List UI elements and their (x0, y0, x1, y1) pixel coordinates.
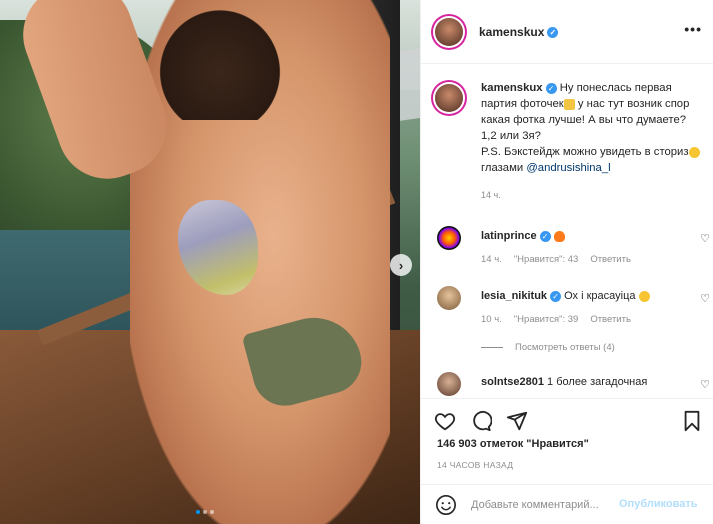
verified-icon: ✓ (539, 230, 551, 242)
author-username[interactable]: kamenskux ✓ (479, 25, 559, 39)
heart-icon[interactable]: ♡ (700, 232, 710, 245)
publish-button[interactable]: Опубликовать (619, 498, 698, 510)
heart-icon[interactable]: ♡ (700, 378, 710, 391)
divider-line (481, 346, 503, 348)
carousel-dot (203, 510, 207, 514)
comment-avatar[interactable] (437, 226, 461, 250)
post-time: 14 ЧАСОВ НАЗАД (437, 460, 514, 470)
smile-emoji-icon (688, 146, 700, 158)
fire-emoji-icon (553, 230, 565, 242)
comment-input[interactable] (471, 496, 621, 514)
comment-item: latinprince ✓ 14 ч. "Нравится": 43 Ответить… (435, 226, 710, 266)
comment-item: lesia_nikituk ✓ Ох і красауіца 10 ч. "Нрав… (435, 286, 710, 326)
carousel-dot (196, 510, 200, 514)
comment-avatar[interactable] (437, 372, 461, 396)
caption-part: глазами (481, 162, 527, 174)
caption-time: 14 ч. (481, 190, 501, 200)
comment-username[interactable]: latinprince (481, 230, 537, 242)
chevron-right-icon: › (398, 257, 404, 273)
comment-meta: 14 ч. "Нравится": 43 Ответить (481, 254, 643, 265)
share-icon[interactable] (505, 409, 529, 433)
post-header: kamenskux ✓ ••• (421, 0, 713, 64)
verified-icon: ✓ (545, 82, 557, 94)
verified-icon: ✓ (547, 27, 559, 39)
comment-line: latinprince ✓ (481, 230, 565, 242)
reply-button[interactable]: Ответить (590, 314, 631, 325)
mention-link[interactable]: @andrusishina_l (526, 162, 610, 174)
photo-hair (150, 0, 290, 120)
post-photo[interactable]: › (0, 0, 420, 524)
heart-icon[interactable]: ♡ (700, 292, 710, 305)
smile-icon[interactable] (435, 494, 457, 516)
action-bar (421, 398, 713, 440)
caption-username[interactable]: kamenskux (481, 82, 543, 94)
comment-time: 10 ч. (481, 314, 502, 325)
comment-text: Ох і красауіца (564, 290, 636, 302)
comment-likes[interactable]: "Нравится": 43 (514, 254, 579, 265)
comment-meta: 10 ч. "Нравится": 39 Ответить (481, 314, 643, 325)
carousel-next-button[interactable]: › (390, 254, 412, 276)
comment-username[interactable]: lesia_nikituk (481, 290, 547, 302)
comment-avatar[interactable] (437, 286, 461, 310)
comment-likes[interactable]: "Нравится": 39 (514, 314, 579, 325)
comment-composer: Опубликовать (421, 484, 713, 524)
heart-icon[interactable] (433, 409, 457, 433)
view-replies-label: Посмотреть ответы (4) (515, 342, 615, 353)
author-avatar[interactable] (435, 18, 463, 46)
comment-time: 14 ч. (481, 254, 502, 265)
verified-icon: ✓ (550, 290, 562, 302)
bookmark-icon[interactable] (680, 409, 704, 433)
caption-part: P.S. Бэкстейдж можно увидеть в сториз (481, 146, 689, 158)
comment-line: solntse2801 1 более загадочная (481, 376, 647, 388)
comment-line: lesia_nikituk ✓ Ох і красауіца (481, 290, 650, 302)
caption-avatar[interactable] (435, 84, 463, 112)
author-username-text: kamenskux (479, 25, 545, 39)
post-side-panel: kamenskux ✓ ••• kamenskux ✓ Ну понеслась п… (420, 0, 713, 524)
carousel-indicator (196, 510, 214, 514)
comment-item: solntse2801 1 более загадочная ♡ (435, 372, 710, 398)
caption-text: kamenskux ✓ Ну понеслась первая партия фо… (481, 80, 703, 176)
heart-eyes-emoji-icon (638, 290, 650, 302)
more-icon[interactable]: ••• (684, 21, 702, 37)
reply-button[interactable]: Ответить (590, 254, 631, 265)
comment-username[interactable]: solntse2801 (481, 376, 544, 388)
sailboat-emoji-icon (563, 98, 575, 110)
comment-text: 1 более загадочная (547, 376, 648, 388)
carousel-dot (210, 510, 214, 514)
view-replies-button[interactable]: Посмотреть ответы (4) (481, 342, 615, 353)
likes-count[interactable]: 146 903 отметок "Нравится" (437, 438, 589, 450)
comment-icon[interactable] (469, 409, 493, 433)
